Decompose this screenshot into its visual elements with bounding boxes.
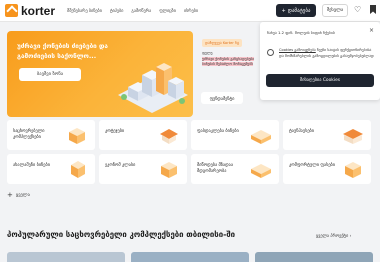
- cottage-icon: [160, 129, 178, 144]
- add-listing-label: დამატება: [287, 7, 311, 14]
- cookie-date-text: ნახვა 1.2 ფინ. მოლეის სიფიხ ნქების: [267, 30, 335, 35]
- nav-item-finance[interactable]: ფლიცზი: [159, 8, 176, 13]
- logo-icon: [5, 4, 18, 17]
- feature-text: ფულე უძრავი ქონების განცხადებები ბინების…: [202, 51, 262, 68]
- category-label: კოტეჯები: [105, 129, 125, 134]
- plus-icon: +: [281, 7, 286, 14]
- category-label: ტაუნჰაუსები: [289, 129, 314, 134]
- cookie-policy-link[interactable]: Cookies გამოიყენება: [279, 48, 316, 52]
- category-card[interactable]: ახალაშენი ბინები: [7, 154, 95, 184]
- login-button[interactable]: შესვლა: [322, 4, 348, 17]
- heart-icon[interactable]: ♡: [354, 6, 361, 14]
- nav-item-arrows[interactable]: ისრები: [184, 8, 198, 13]
- feature-link-button[interactable]: ფუნდამენტი: [201, 92, 243, 104]
- category-card[interactable]: ტაუნჰაუსები: [283, 120, 371, 150]
- see-all-link[interactable]: ყველა პროექტი ›: [316, 233, 351, 238]
- city-blocks-illustration: [118, 63, 188, 113]
- plus-icon: +: [7, 191, 13, 199]
- hero-button[interactable]: ბავშვი ზონა: [19, 68, 81, 81]
- nav-item-new-buildings[interactable]: მშენებარე ბინები: [67, 8, 102, 13]
- project-photo[interactable]: [255, 252, 373, 262]
- category-label: ახალაშენი ბინები: [13, 163, 50, 168]
- category-grid: საცხოვრებელი კომპლექსები კოტეჯები ფასდაკ…: [7, 120, 373, 186]
- category-label: კომფორტული ფასები: [289, 163, 335, 168]
- category-label: საცხოვრებელი კომპლექსები: [13, 129, 45, 140]
- feature-tag: დაზღვევა Korter ნტ: [202, 39, 243, 47]
- hero-banner: უძრავი ქონების ძიებები და გამოძიების საქ…: [7, 31, 193, 117]
- category-card[interactable]: მიწოდება მზადაა მდგომარეობა: [191, 154, 279, 184]
- show-more-label: ყველა: [15, 192, 30, 198]
- project-photos-row: [7, 252, 373, 262]
- feature-text-highlight: უძრავი ქონების განცხადებები ბინების შესა…: [202, 56, 255, 66]
- category-card[interactable]: ეკონომ კლასი: [99, 154, 187, 184]
- cookie-popup: ნახვა 1.2 ფინ. მოლეის სიფიხ ნქების × Coo…: [260, 22, 380, 100]
- cookie-icon: [267, 49, 274, 56]
- category-label: ფასდაკლება ბინები: [197, 129, 239, 134]
- building-icon: [69, 128, 85, 144]
- feature-text-line1: ფულე: [202, 51, 213, 55]
- discount-building-icon: [251, 130, 271, 144]
- accept-cookies-button[interactable]: მისაღებია Cookies: [266, 74, 374, 87]
- category-card[interactable]: კომფორტული ფასები: [283, 154, 371, 184]
- main-nav: მშენებარე ბინები ტიპები გამოწერა ფლიცზი …: [67, 8, 198, 13]
- new-building-icon: [71, 161, 85, 178]
- nav-item-types[interactable]: ტიპები: [110, 8, 124, 13]
- cookie-text: Cookies გამოიყენება ჩვენი საიტის ფუნქციო…: [279, 48, 375, 59]
- project-photo[interactable]: [131, 252, 249, 262]
- logo-text: korter: [21, 3, 56, 18]
- category-label: ეკონომ კლასი: [105, 163, 136, 168]
- logo[interactable]: korter: [5, 4, 55, 18]
- townhouse-icon: [343, 129, 363, 144]
- category-card[interactable]: კოტეჯები: [99, 120, 187, 150]
- feature-card: დაზღვევა Korter ნტ ფულე უძრავი ქონების გ…: [198, 31, 258, 117]
- project-photo[interactable]: [7, 252, 125, 262]
- add-listing-button[interactable]: + დამატება: [276, 4, 316, 17]
- economy-building-icon: [161, 162, 177, 178]
- category-card[interactable]: საცხოვრებელი კომპლექსები: [7, 120, 95, 150]
- category-card[interactable]: ფასდაკლება ბინები: [191, 120, 279, 150]
- close-icon[interactable]: ×: [369, 27, 374, 34]
- comfort-building-icon: [345, 162, 361, 178]
- category-label: მიწოდება მზადაა მდგომარეობა: [197, 163, 233, 174]
- nav-item-subscribe[interactable]: გამოწერა: [131, 8, 151, 13]
- section-title: პოპულარული საცხოვრებელი კომპლექსები თბილ…: [7, 230, 236, 239]
- ready-building-icon: [251, 164, 271, 178]
- show-more-button[interactable]: + ყველა: [7, 191, 30, 199]
